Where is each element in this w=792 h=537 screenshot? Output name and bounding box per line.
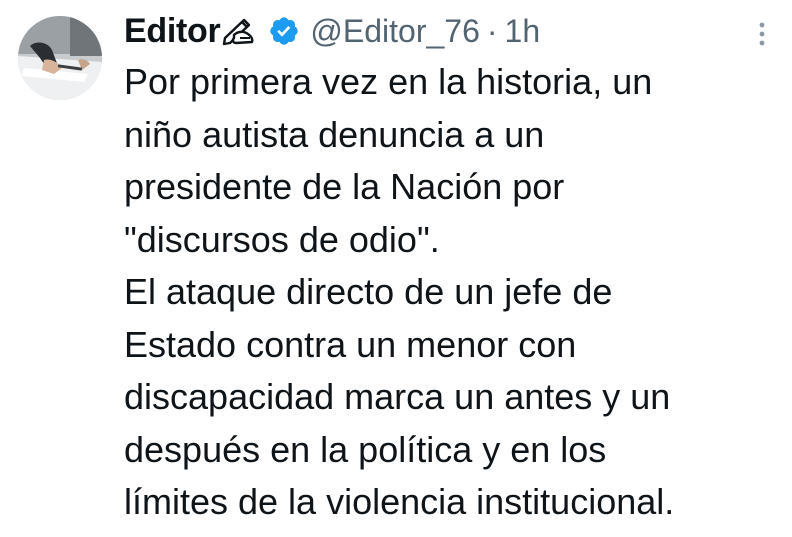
post-text-line: Por primera vez en la historia, un xyxy=(124,61,653,102)
post-text-line: discapacidad marca un antes y un xyxy=(124,376,671,417)
verified-badge-icon[interactable] xyxy=(268,15,300,47)
display-name[interactable]: Editor xyxy=(124,12,221,51)
post-text-line: presidente de la Nación por xyxy=(124,166,565,207)
writing-hand-icon xyxy=(222,16,256,46)
post-text-line: Estado contra un menor con xyxy=(124,323,577,365)
more-vertical-icon[interactable] xyxy=(748,14,776,54)
post-text-line: niño autista denuncia a un xyxy=(124,113,545,155)
post-text-line: "discursos de odio". xyxy=(124,218,440,260)
timestamp[interactable]: 1h xyxy=(505,13,541,50)
post-header: Editor @Editor_76 · 1h xyxy=(124,8,540,54)
avatar[interactable] xyxy=(18,16,102,100)
post-text-line: límites de la violencia institucional. xyxy=(124,481,675,522)
tweet: Editor @Editor_76 · 1h Por primera vez e… xyxy=(0,0,792,537)
handle[interactable]: @Editor_76 xyxy=(310,13,479,50)
post-text-line: El ataque directo de un jefe de xyxy=(124,271,613,312)
avatar-photo-icon xyxy=(18,16,102,100)
separator-dot: · xyxy=(486,12,498,49)
post-text: Por primera vez en la historia, un niño … xyxy=(124,56,788,529)
post-text-line: después en la política y en los xyxy=(124,428,607,470)
